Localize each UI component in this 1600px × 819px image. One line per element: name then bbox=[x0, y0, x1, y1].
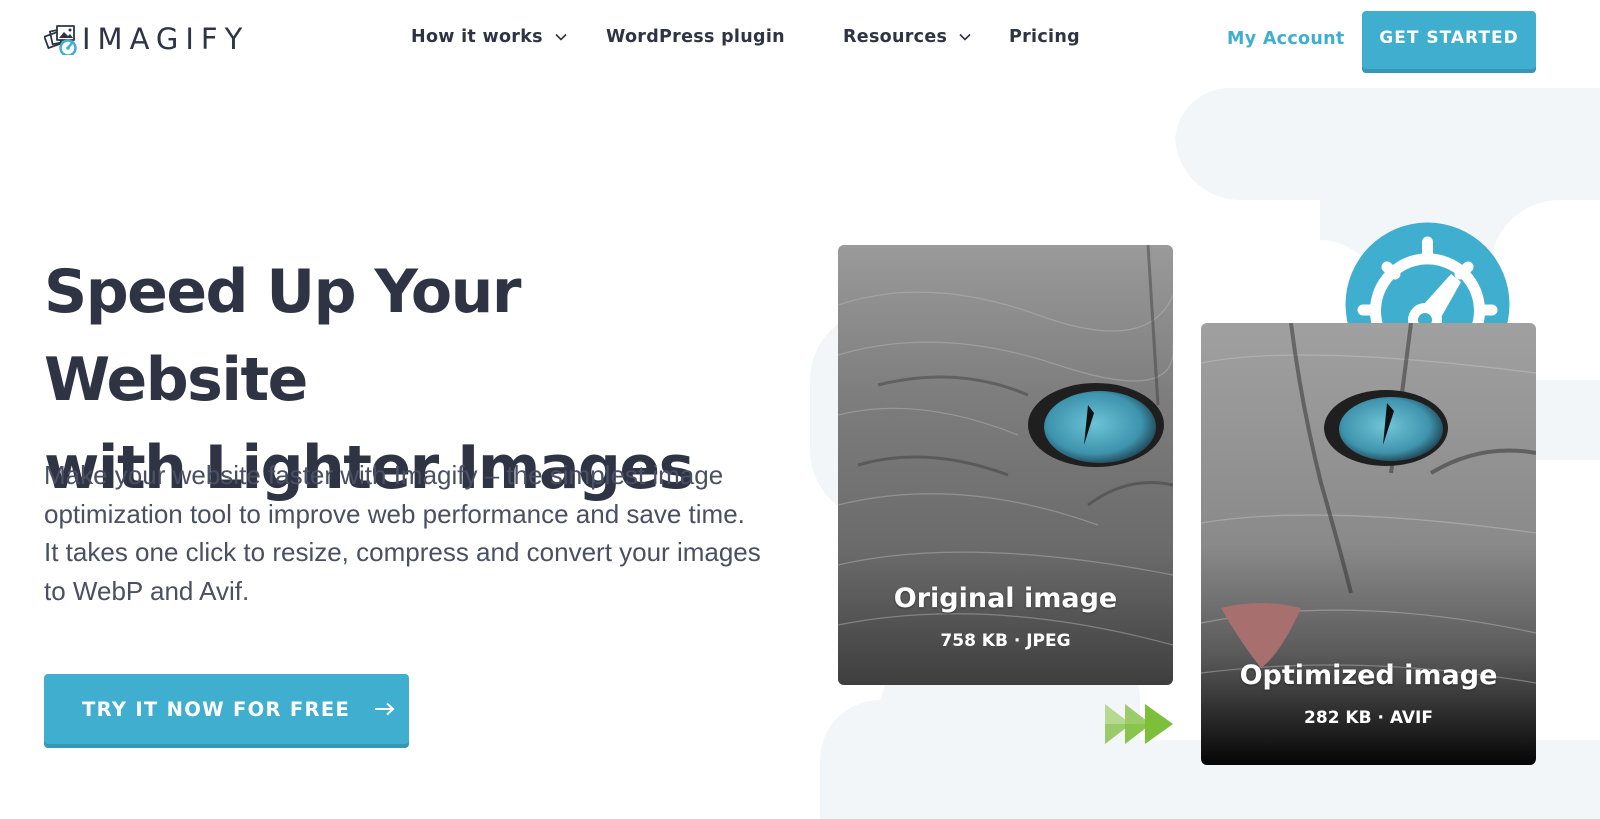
site-header: IMAGIFY How it works WordPress plugin Re… bbox=[0, 0, 1600, 82]
hero-title-line-1: Speed Up Your Website bbox=[44, 257, 521, 415]
cat-photo-original bbox=[838, 245, 1173, 685]
logo[interactable]: IMAGIFY bbox=[44, 22, 249, 56]
cat-photo-optimized bbox=[1201, 323, 1536, 765]
original-image-meta: 758 KB · JPEG bbox=[940, 631, 1071, 651]
get-started-button[interactable]: GET STARTED bbox=[1362, 11, 1536, 69]
chevron-down-icon bbox=[959, 33, 971, 41]
nav-wordpress-plugin[interactable]: WordPress plugin bbox=[606, 27, 785, 47]
optimized-image-meta: 282 KB · AVIF bbox=[1304, 708, 1433, 728]
my-account-link[interactable]: My Account bbox=[1227, 29, 1345, 49]
chevron-down-icon bbox=[555, 33, 567, 41]
logo-wordmark: IMAGIFY bbox=[82, 22, 250, 56]
optimized-image-label: Optimized image bbox=[1239, 660, 1498, 691]
nav-how-it-works[interactable]: How it works bbox=[411, 27, 567, 47]
nav-label: How it works bbox=[411, 27, 543, 47]
hero-description: Make your website faster with Imagify – … bbox=[44, 460, 761, 607]
nav-label: Pricing bbox=[1009, 27, 1080, 47]
original-image-card: Original image 758 KB · JPEG bbox=[838, 245, 1173, 685]
nav-pricing[interactable]: Pricing bbox=[1009, 27, 1080, 47]
nav-label: Resources bbox=[843, 27, 948, 47]
optimized-image-card: Optimized image 282 KB · AVIF bbox=[1201, 323, 1536, 765]
photo-stack-speed-icon bbox=[44, 25, 77, 55]
nav-resources[interactable]: Resources bbox=[843, 27, 971, 47]
nav-label: WordPress plugin bbox=[606, 27, 785, 47]
try-it-now-button[interactable]: TRY IT NOW FOR FREE bbox=[44, 674, 409, 744]
fast-forward-arrows-icon bbox=[1105, 704, 1173, 744]
original-image-label: Original image bbox=[893, 583, 1118, 614]
arrow-right-icon bbox=[375, 702, 395, 716]
cta-label: TRY IT NOW FOR FREE bbox=[82, 697, 351, 721]
